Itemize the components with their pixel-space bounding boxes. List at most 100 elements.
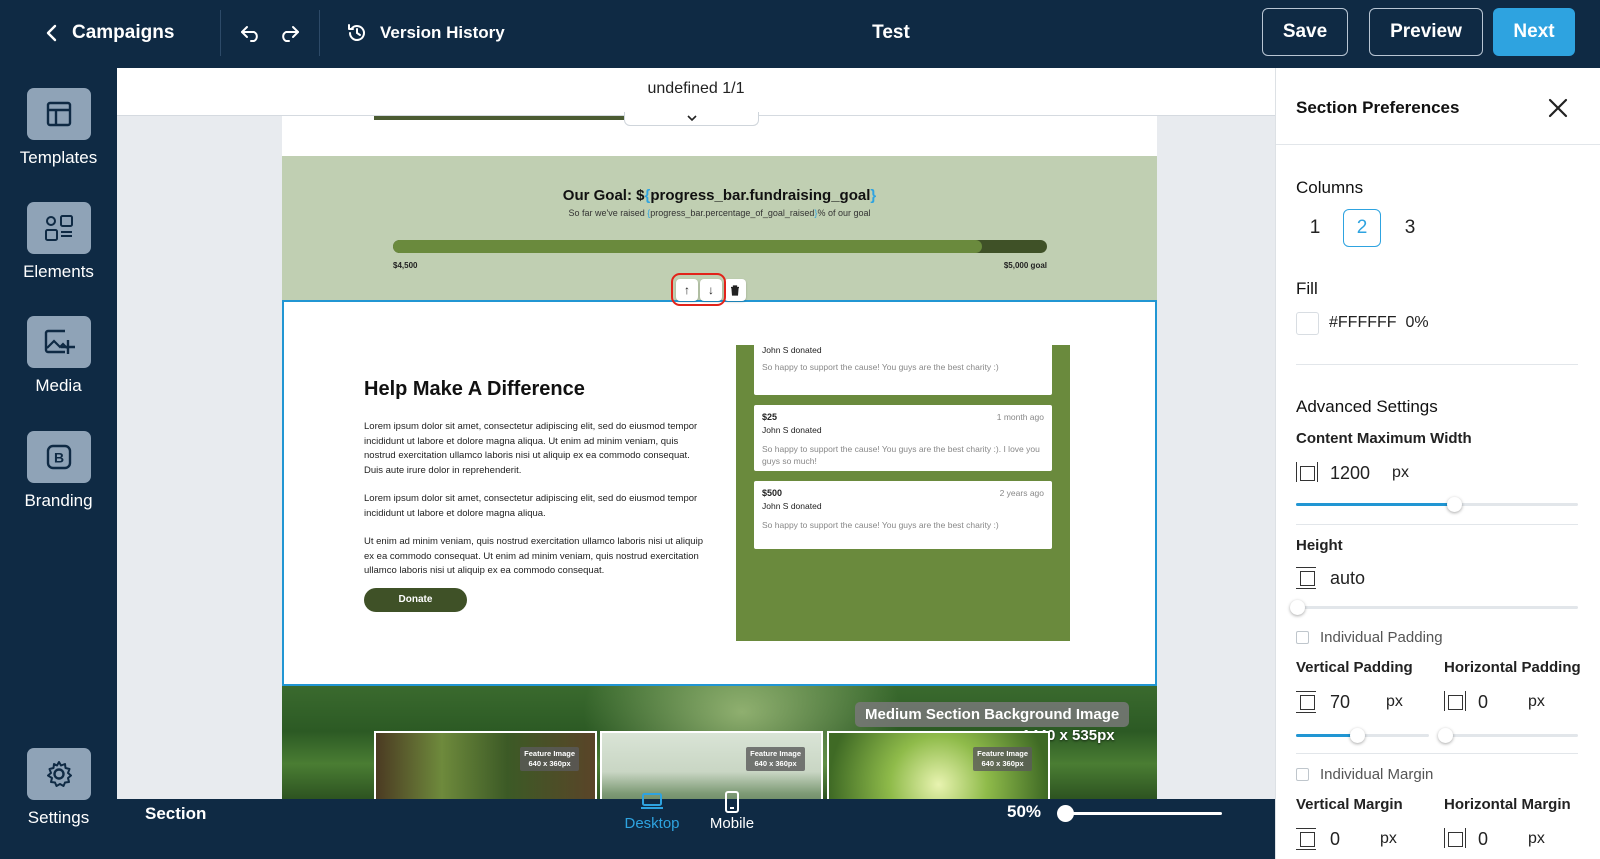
version-history-button[interactable]: Version History: [346, 16, 505, 50]
horizontal-margin-value[interactable]: 0: [1478, 829, 1488, 850]
next-button[interactable]: Next: [1493, 8, 1575, 56]
vertical-padding-icon: [1296, 691, 1318, 713]
brand-icon: B: [26, 431, 91, 483]
editor-canvas[interactable]: Our Goal: ${progress_bar.fundraising_goa…: [117, 68, 1275, 799]
feature-image[interactable]: Feature Image 640 x 360px: [374, 731, 597, 799]
back-to-campaigns-button[interactable]: Campaigns: [46, 16, 174, 50]
layout-icon: [26, 88, 91, 140]
slider-handle[interactable]: [1446, 497, 1462, 512]
chevron-left-icon: [46, 24, 57, 42]
advanced-settings-label: Advanced Settings: [1296, 397, 1438, 416]
goal-subtitle: So far we've raised {progress_bar.percen…: [282, 208, 1157, 218]
page-indicator: undefined 1/1: [647, 80, 745, 97]
zoom-slider-handle[interactable]: [1057, 805, 1074, 822]
save-button[interactable]: Save: [1262, 8, 1348, 56]
content-max-width-field[interactable]: 1200 px: [1296, 462, 1409, 484]
preview-button[interactable]: Preview: [1369, 8, 1483, 56]
horizontal-margin-label: Horizontal Margin: [1444, 796, 1571, 813]
slider-handle[interactable]: [1350, 728, 1366, 743]
horizontal-padding-icon: [1444, 691, 1466, 713]
donation-message: So happy to support the cause! You guys …: [762, 444, 1040, 466]
checkbox-box[interactable]: [1296, 631, 1309, 644]
raised-amount: $4,500: [393, 261, 418, 270]
email-preview: Our Goal: ${progress_bar.fundraising_goa…: [282, 116, 1157, 799]
tag-line: Feature Image: [977, 749, 1028, 758]
redo-button[interactable]: [274, 18, 304, 48]
individual-padding-checkbox[interactable]: Individual Padding: [1296, 629, 1443, 646]
horizontal-padding-value[interactable]: 0: [1478, 692, 1488, 713]
height-field[interactable]: auto: [1296, 567, 1365, 589]
fill-value[interactable]: #FFFFFF 0%: [1329, 314, 1429, 332]
goal-amount: $5,000 goal: [1003, 261, 1047, 270]
sidebar-item-media[interactable]: Media: [0, 316, 117, 396]
vertical-padding-field[interactable]: 70 px: [1296, 691, 1403, 713]
sidebar-item-elements[interactable]: Elements: [0, 202, 117, 282]
donation-time: 2 years ago: [999, 488, 1044, 498]
desktop-view-button[interactable]: Desktop: [617, 791, 687, 832]
goal-title: Our Goal: ${progress_bar.fundraising_goa…: [282, 187, 1157, 204]
bottom-bar: Section Desktop Mobile 50%: [117, 791, 1275, 859]
vertical-padding-value[interactable]: 70: [1330, 692, 1350, 713]
height-slider[interactable]: [1290, 600, 1578, 615]
height-value[interactable]: auto: [1330, 568, 1365, 589]
progress-fill: [393, 240, 982, 253]
delete-section-button[interactable]: [724, 279, 746, 301]
selected-section[interactable]: Help Make A Difference Lorem ipsum dolor…: [282, 300, 1157, 686]
tag-size: 640 x 360px: [981, 759, 1024, 768]
sidebar-item-settings[interactable]: Settings: [0, 748, 117, 828]
column-option-3[interactable]: 3: [1391, 209, 1429, 247]
close-panel-button[interactable]: [1546, 96, 1570, 120]
sidebar-item-label: Branding: [24, 491, 93, 510]
fill-color-swatch[interactable]: [1296, 312, 1319, 335]
phone-icon: [725, 791, 739, 813]
sidebar-item-label: Media: [35, 376, 82, 395]
body-paragraph: Ut enim ad minim veniam, quis nostrud ex…: [364, 536, 703, 576]
donor-name: John S donated: [762, 345, 822, 355]
goal-title-prefix: Our Goal: $: [562, 187, 645, 204]
slider-handle[interactable]: [1438, 728, 1453, 743]
feature-image[interactable]: Feature Image 640 x 360px: [827, 731, 1050, 799]
horizontal-padding-slider[interactable]: [1438, 728, 1578, 743]
vertical-margin-icon: [1296, 828, 1318, 850]
donate-button[interactable]: Donate: [364, 588, 467, 612]
column-option-1[interactable]: 1: [1296, 209, 1334, 247]
content-max-width-value[interactable]: 1200: [1330, 463, 1370, 484]
highlight-annotation: [671, 273, 726, 306]
undo-button[interactable]: [236, 18, 266, 48]
vertical-margin-value[interactable]: 0: [1330, 829, 1340, 850]
vertical-padding-slider[interactable]: [1296, 728, 1429, 743]
version-history-label: Version History: [380, 23, 505, 42]
feature-image-tag: Feature Image 640 x 360px: [746, 747, 805, 771]
sidebar-item-templates[interactable]: Templates: [0, 88, 117, 168]
checkbox-box[interactable]: [1296, 768, 1309, 781]
vertical-padding-label: Vertical Padding: [1296, 659, 1413, 676]
tag-line: Feature Image: [524, 749, 575, 758]
donation-message: So happy to support the cause! You guys …: [762, 520, 999, 530]
tag-size: 640 x 360px: [528, 759, 571, 768]
horizontal-margin-field[interactable]: 0 px: [1444, 828, 1545, 850]
column-option-2[interactable]: 2: [1343, 209, 1381, 247]
sidebar-item-branding[interactable]: B Branding: [0, 431, 117, 511]
horizontal-padding-field[interactable]: 0 px: [1444, 691, 1545, 713]
background-image-label: Medium Section Background Image: [855, 702, 1130, 727]
tag-size: 640 x 360px: [754, 759, 797, 768]
slider-fill: [1296, 503, 1454, 506]
slider-handle[interactable]: [1290, 600, 1305, 615]
donations-column[interactable]: John S donated So happy to support the c…: [736, 345, 1070, 641]
page-dropdown-toggle[interactable]: [624, 112, 759, 126]
individual-margin-checkbox[interactable]: Individual Margin: [1296, 766, 1433, 783]
panel-title: Section Preferences: [1296, 98, 1460, 117]
content-max-width-slider[interactable]: [1296, 497, 1578, 512]
content-max-width-label: Content Maximum Width: [1296, 430, 1472, 447]
svg-text:B: B: [53, 450, 63, 466]
background-image-section[interactable]: Medium Section Background Image 1440 x 5…: [282, 686, 1157, 799]
email-builder-app: Campaigns Version History Test Save Prev…: [0, 0, 1600, 859]
zoom-slider[interactable]: [1057, 805, 1222, 822]
donation-time: 1 month ago: [996, 412, 1044, 422]
fill-opacity: 0%: [1405, 314, 1429, 331]
trash-icon: [731, 284, 739, 296]
vertical-margin-field[interactable]: 0 px: [1296, 828, 1397, 850]
undo-icon: [241, 26, 258, 42]
mobile-view-button[interactable]: Mobile: [697, 791, 767, 832]
feature-image[interactable]: Feature Image 640 x 360px: [600, 731, 823, 799]
